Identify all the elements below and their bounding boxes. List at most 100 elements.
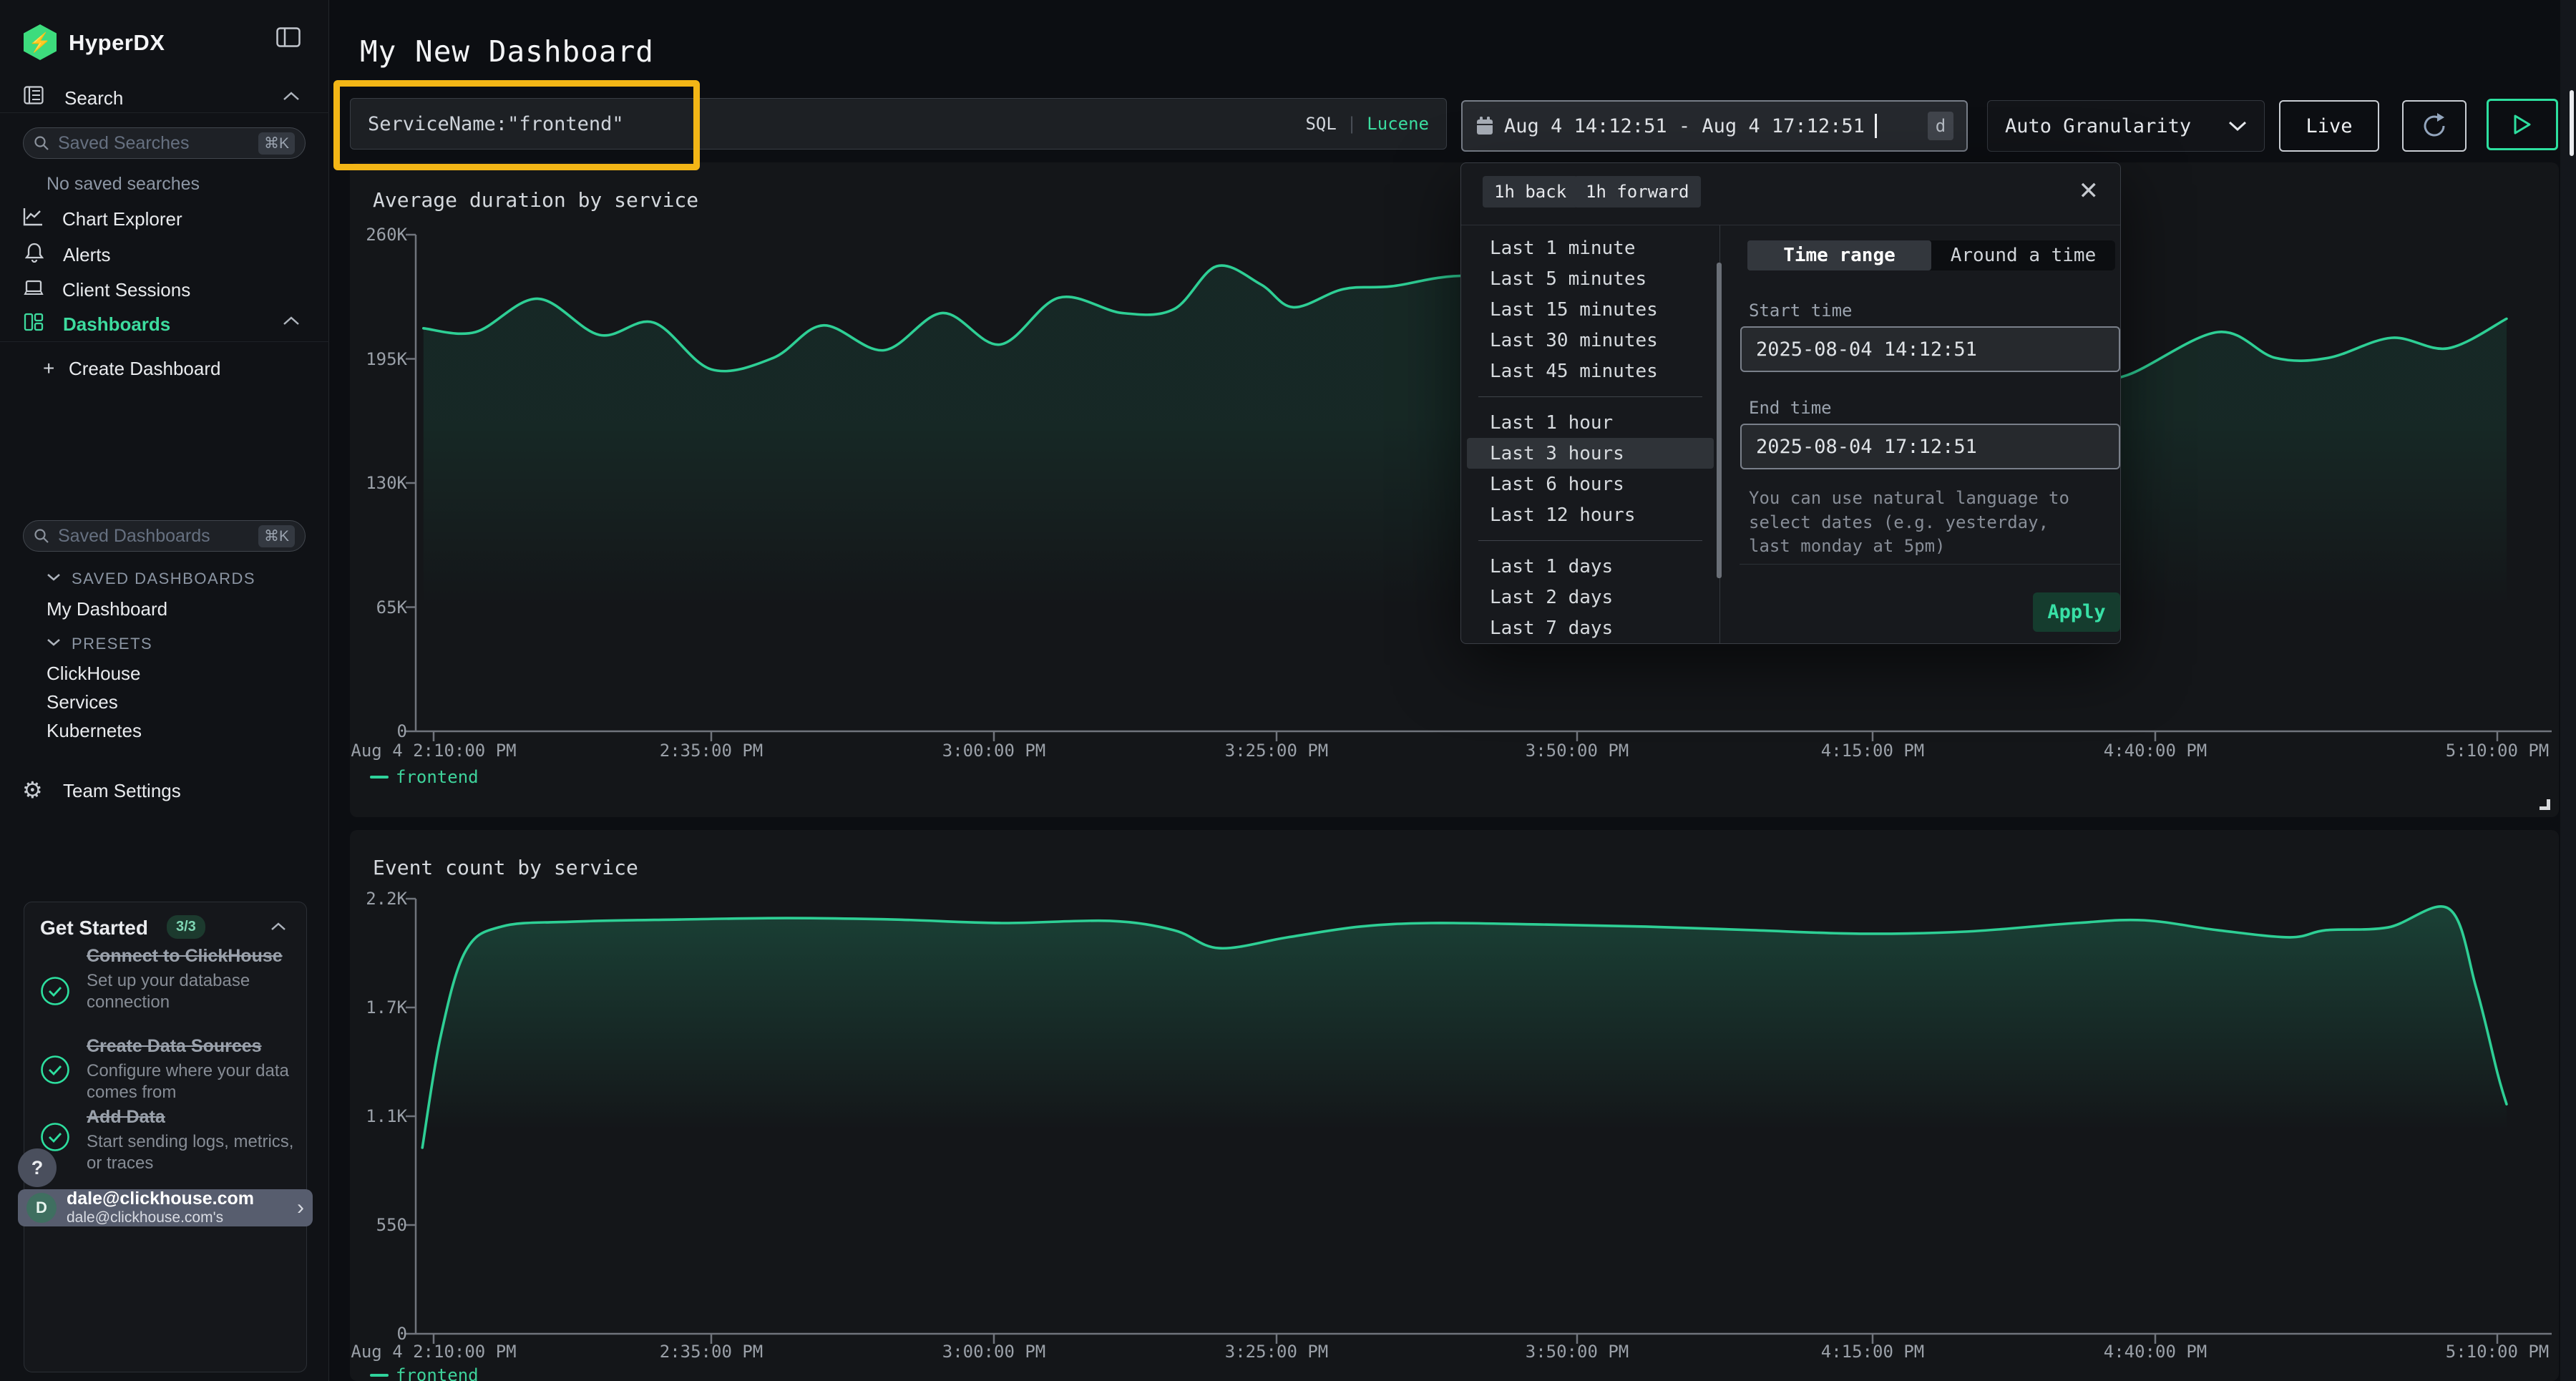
saved-searches-input[interactable]: Saved Searches ⌘K: [23, 127, 306, 159]
avatar: D: [26, 1193, 57, 1223]
refresh-button[interactable]: [2402, 100, 2467, 152]
section-saved-dashboards[interactable]: SAVED DASHBOARDS: [72, 570, 255, 588]
quick-range-last-5-minutes[interactable]: Last 5 minutes: [1461, 263, 1719, 294]
granularity-select[interactable]: Auto Granularity: [1987, 100, 2265, 152]
play-icon: [2513, 114, 2532, 135]
help-button[interactable]: ?: [18, 1148, 57, 1187]
quick-range-last-2-days[interactable]: Last 2 days: [1461, 582, 1719, 613]
search-nav-icon: [24, 86, 44, 108]
get-started-item[interactable]: Connect to ClickHouse Set up your databa…: [87, 945, 298, 1014]
get-started-item-title: Add Data: [87, 1106, 298, 1129]
x-axis-tick-label: 5:10:00 PM: [2446, 741, 2550, 761]
get-started-card: Get Started 3/3 Connect to ClickHouse Se…: [24, 902, 307, 1372]
line-chart-event-count[interactable]: [350, 830, 2559, 1381]
shift-forward-button[interactable]: 1h forward: [1574, 176, 1701, 208]
window-scrollbar-thumb[interactable]: [2570, 90, 2574, 156]
sidebar-item-team-settings[interactable]: Team Settings: [63, 780, 181, 802]
user-account-chip[interactable]: D dale@clickhouse.com dale@clickhouse.co…: [18, 1189, 313, 1226]
y-axis-tick-label: 550: [350, 1215, 407, 1235]
sidebar-item-dashboards[interactable]: Dashboards: [63, 313, 170, 336]
quick-range-last-15-minutes[interactable]: Last 15 minutes: [1461, 294, 1719, 325]
get-started-item-desc: Start sending logs, metrics, or traces: [87, 1131, 298, 1175]
sidebar-item-alerts[interactable]: Alerts: [63, 244, 110, 266]
app-logo-text: HyperDX: [69, 30, 165, 56]
quick-range-last-1-days[interactable]: Last 1 days: [1461, 551, 1719, 582]
line-chart-avg-duration[interactable]: [350, 162, 2559, 817]
chevron-down-icon: [2228, 121, 2247, 131]
section-presets[interactable]: PRESETS: [72, 635, 152, 653]
get-started-item-desc: Configure where your data comes from: [87, 1060, 298, 1104]
search-chevron-up-icon[interactable]: [283, 92, 300, 101]
x-axis-tick-label: 3:50:00 PM: [1526, 741, 1629, 761]
query-text: ServiceName:"frontend": [368, 113, 624, 135]
x-axis-tick-label: 3:25:00 PM: [1225, 741, 1329, 761]
chart-legend[interactable]: frontend: [370, 767, 479, 787]
get-started-item[interactable]: Create Data Sources Configure where your…: [87, 1035, 298, 1104]
time-range-popup: 1h back 1h forward ✕ Last 1 minuteLast 5…: [1460, 162, 2121, 644]
y-axis-tick-label: 0: [350, 721, 407, 741]
saved-section-chevron-down-icon[interactable]: [47, 573, 61, 581]
play-button[interactable]: [2487, 99, 2558, 150]
chart-legend[interactable]: frontend: [370, 1365, 479, 1381]
granularity-value: Auto Granularity: [2005, 115, 2191, 137]
sidebar-item-services[interactable]: Services: [47, 691, 118, 713]
quick-range-last-12-hours[interactable]: Last 12 hours: [1461, 499, 1719, 530]
quick-range-last-7-days[interactable]: Last 7 days: [1461, 613, 1719, 643]
quick-range-last-45-minutes[interactable]: Last 45 minutes: [1461, 356, 1719, 386]
query-search-input[interactable]: ServiceName:"frontend" SQL | Lucene: [350, 98, 1447, 150]
sidebar-item-kubernetes[interactable]: Kubernetes: [47, 720, 142, 742]
panel-resize-handle[interactable]: [2540, 799, 2550, 810]
get-started-item-desc: Set up your database connection: [87, 970, 298, 1014]
quick-range-last-30-minutes[interactable]: Last 30 minutes: [1461, 325, 1719, 356]
shift-back-button[interactable]: 1h back: [1483, 176, 1578, 208]
quick-range-last-1-minute[interactable]: Last 1 minute: [1461, 233, 1719, 263]
apply-button[interactable]: Apply: [2033, 592, 2120, 632]
end-time-label: End time: [1749, 398, 1832, 418]
time-range-text: Aug 4 14:12:51 - Aug 4 17:12:51: [1504, 115, 1865, 137]
sidebar-item-clickhouse[interactable]: ClickHouse: [47, 663, 141, 685]
saved-dashboards-placeholder: Saved Dashboards: [58, 526, 250, 547]
y-axis-tick-label: 195K: [350, 349, 407, 369]
lucene-toggle[interactable]: Lucene: [1367, 114, 1429, 134]
sidebar: ⚡ HyperDX Search Saved Searches ⌘K No sa…: [0, 0, 329, 1381]
sidebar-collapse-icon[interactable]: [276, 27, 301, 47]
tab-time-range[interactable]: Time range: [1747, 240, 1931, 270]
quick-range-last-1-hour[interactable]: Last 1 hour: [1461, 407, 1719, 438]
shortcut-badge: ⌘K: [258, 525, 295, 547]
chevron-right-icon: ›: [297, 1196, 304, 1220]
dashboards-chevron-up-icon[interactable]: [283, 316, 300, 326]
check-circle-icon: [40, 1122, 70, 1152]
x-axis-tick-label: 4:40:00 PM: [2104, 741, 2207, 761]
x-axis-tick-label: 4:15:00 PM: [1821, 1342, 1925, 1362]
start-time-input[interactable]: 2025-08-04 14:12:51: [1740, 326, 2120, 372]
y-axis-tick-label: 0: [350, 1324, 407, 1344]
live-button[interactable]: Live: [2279, 100, 2379, 152]
sidebar-item-chart-explorer[interactable]: Chart Explorer: [62, 208, 182, 230]
quick-range-last-3-hours[interactable]: Last 3 hours: [1467, 438, 1714, 469]
page-title: My New Dashboard: [360, 34, 654, 69]
quick-range-last-14-days[interactable]: Last 14 days: [1461, 643, 1719, 644]
y-axis-tick-label: 65K: [350, 597, 407, 618]
get-started-item[interactable]: Add Data Start sending logs, metrics, or…: [87, 1106, 298, 1175]
end-time-input[interactable]: 2025-08-04 17:12:51: [1740, 424, 2120, 469]
hyperdx-logo-icon: ⚡: [24, 24, 57, 60]
saved-searches-placeholder: Saved Searches: [58, 133, 250, 154]
x-axis-tick-label: 5:10:00 PM: [2446, 1342, 2550, 1362]
create-dashboard-button[interactable]: Create Dashboard: [69, 358, 220, 380]
sidebar-item-my-dashboard[interactable]: My Dashboard: [47, 598, 167, 620]
toggle-divider: |: [1347, 114, 1357, 134]
sidebar-item-client-sessions[interactable]: Client Sessions: [62, 279, 190, 301]
presets-chevron-down-icon[interactable]: [47, 638, 61, 646]
saved-dashboards-input[interactable]: Saved Dashboards ⌘K: [23, 520, 306, 552]
time-range-input[interactable]: Aug 4 14:12:51 - Aug 4 17:12:51 d: [1461, 100, 1968, 152]
sidebar-item-search[interactable]: Search: [64, 87, 123, 109]
close-icon[interactable]: ✕: [2079, 179, 2099, 203]
tab-around-a-time[interactable]: Around a time: [1931, 240, 2115, 270]
sql-toggle[interactable]: SQL: [1305, 114, 1336, 134]
quick-range-last-6-hours[interactable]: Last 6 hours: [1461, 469, 1719, 499]
get-started-chevron-up-icon[interactable]: [270, 922, 286, 931]
list-scrollbar-thumb[interactable]: [1717, 263, 1722, 578]
x-axis-tick-label: 4:15:00 PM: [1821, 741, 1925, 761]
search-icon: [34, 528, 49, 544]
user-email: dale@clickhouse.com: [67, 1189, 254, 1209]
